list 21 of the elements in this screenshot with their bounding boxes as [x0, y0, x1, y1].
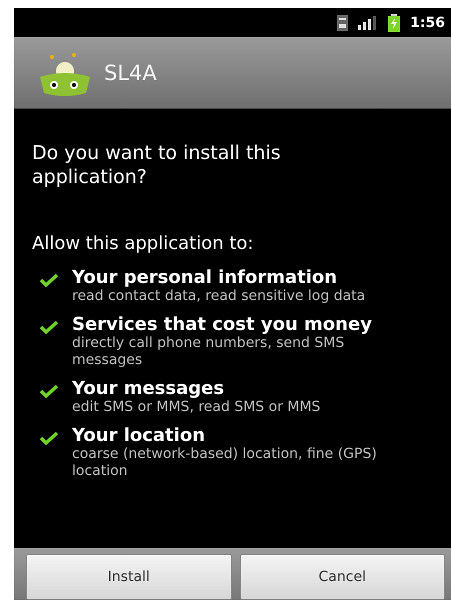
install-question: Do you want to install this application?: [32, 141, 282, 189]
permissions-heading: Allow this application to:: [32, 233, 254, 254]
cancel-button[interactable]: Cancel: [240, 554, 445, 600]
network-3g-icon: [337, 14, 348, 30]
permission-detail: directly call phone numbers, send SMS messages: [72, 335, 346, 369]
permission-detail: edit SMS or MMS, read SMS or MMS: [72, 399, 320, 416]
check-icon: [40, 384, 58, 398]
status-time: 1:56: [410, 14, 445, 30]
check-icon: [40, 273, 58, 287]
check-icon: [40, 431, 58, 445]
signal-icon: [358, 16, 378, 30]
check-icon: [40, 320, 58, 334]
permission-detail: read contact data, read sensitive log data: [72, 288, 366, 305]
permission-detail: coarse (network-based) location, fine (GPS) location: [72, 446, 378, 480]
permission-title: Your messages: [72, 379, 226, 399]
permission-title: Services that cost you money: [72, 315, 373, 335]
app-title: SL4A: [104, 60, 157, 84]
install-button[interactable]: Install: [26, 554, 232, 600]
battery-icon: [388, 14, 400, 32]
permission-title: Your location: [72, 426, 206, 446]
permission-title: Your personal information: [72, 268, 338, 288]
